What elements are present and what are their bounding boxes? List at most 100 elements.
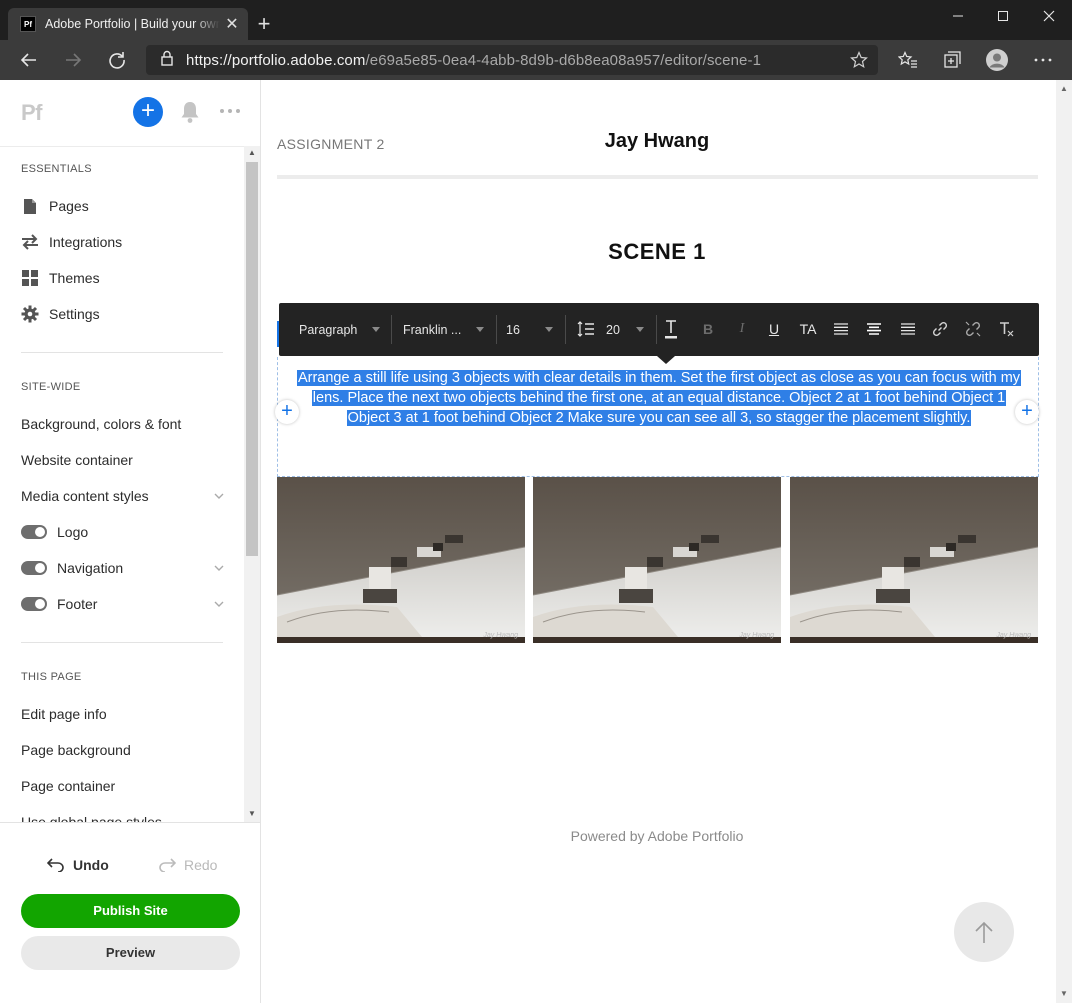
text-block-content[interactable]: Arrange a still life using 3 objects wit… — [278, 368, 1040, 428]
align-center-icon[interactable] — [863, 317, 885, 341]
arrows-icon — [21, 233, 39, 251]
refresh-icon[interactable] — [101, 44, 133, 76]
more-options-icon[interactable] — [219, 98, 241, 119]
tab-close-icon[interactable]: ✕ — [224, 14, 240, 34]
address-bar[interactable]: https://portfolio.adobe.com/e69a5e85-0ea… — [146, 45, 878, 75]
toolbar-separator — [496, 315, 497, 344]
profile-avatar-icon[interactable] — [985, 48, 1009, 72]
back-icon[interactable] — [13, 44, 45, 76]
back-to-top-button[interactable] — [954, 902, 1014, 962]
redo-button[interactable]: Redo — [158, 857, 217, 873]
add-block-left-button[interactable]: + — [275, 400, 299, 424]
text-line[interactable]: lens. Place the next two objects behind … — [311, 390, 1007, 406]
sidebar-item-themes[interactable]: Themes — [21, 266, 225, 290]
scroll-up-arrow-icon[interactable]: ▲ — [244, 146, 260, 160]
align-left-icon[interactable] — [830, 317, 852, 341]
close-window-icon[interactable] — [1026, 0, 1072, 32]
photo-image[interactable]: Jay Hwang — [533, 477, 781, 643]
sidebar-scrollbar-thumb[interactable] — [246, 162, 258, 556]
page-icon — [21, 197, 39, 215]
sidebar-item-logo[interactable]: Logo — [21, 520, 225, 544]
add-block-right-button[interactable]: + — [1015, 400, 1039, 424]
notifications-bell-icon[interactable] — [179, 100, 201, 129]
undo-label: Undo — [73, 857, 109, 873]
sidebar-item-label: Themes — [49, 270, 100, 286]
forward-icon[interactable] — [57, 44, 89, 76]
logo-toggle[interactable] — [21, 525, 47, 539]
sidebar-item-integrations[interactable]: Integrations — [21, 230, 225, 254]
navigation-toggle[interactable] — [21, 561, 47, 575]
font-size-select[interactable]: 16 — [506, 319, 520, 341]
add-content-button[interactable]: + — [133, 97, 163, 127]
page-scrollbar[interactable]: ▲ ▼ — [1056, 80, 1072, 1003]
site-header-title[interactable]: ASSIGNMENT 2 — [277, 136, 385, 152]
chevron-down-icon[interactable] — [636, 327, 644, 332]
align-right-icon[interactable] — [897, 317, 919, 341]
photo-image[interactable]: Jay Hwang — [790, 477, 1038, 643]
link-icon[interactable] — [929, 317, 951, 341]
new-tab-icon[interactable]: + — [254, 10, 274, 38]
sidebar-item-website-container[interactable]: Website container — [21, 448, 225, 472]
undo-icon — [47, 858, 65, 872]
sidebar-item-navigation[interactable]: Navigation — [21, 556, 225, 580]
sidebar-item-footer[interactable]: Footer — [21, 592, 225, 616]
sidebar-item-pages[interactable]: Pages — [21, 194, 225, 218]
preview-button[interactable]: Preview — [21, 936, 240, 970]
favorite-star-icon[interactable] — [850, 51, 868, 74]
site-wide-heading: SITE-WIDE — [21, 381, 81, 393]
editor-sidebar: Pf + ESSENTIALS Pages Integrations Theme… — [0, 80, 261, 1003]
site-header-name[interactable]: Jay Hwang — [557, 130, 757, 153]
text-line[interactable]: Arrange a still life using 3 objects wit… — [296, 370, 1022, 386]
text-color-icon[interactable] — [660, 317, 682, 341]
scroll-down-arrow-icon[interactable]: ▼ — [1056, 987, 1072, 1001]
footer-toggle[interactable] — [21, 597, 47, 611]
publish-site-button[interactable]: Publish Site — [21, 894, 240, 928]
italic-button[interactable]: I — [731, 317, 753, 341]
bold-button[interactable]: B — [697, 317, 719, 341]
sidebar-item-label: Footer — [57, 596, 98, 612]
browser-menu-icon[interactable] — [1031, 48, 1055, 72]
portfolio-favicon-icon: Pf — [20, 16, 36, 32]
chevron-down-icon[interactable] — [476, 327, 484, 332]
font-family-select[interactable]: Franklin ... — [403, 319, 461, 341]
unlink-icon[interactable] — [962, 317, 984, 341]
photo-image[interactable]: Jay Hwang — [277, 477, 525, 643]
paragraph-style-select[interactable]: Paragraph — [299, 319, 357, 341]
underline-button[interactable]: U — [763, 317, 785, 341]
sidebar-item-label: Integrations — [49, 234, 123, 250]
browser-tab[interactable]: Pf Adobe Portfolio | Build your own pers… — [8, 8, 248, 40]
favorites-list-icon[interactable] — [896, 48, 920, 72]
maximize-icon[interactable] — [980, 0, 1026, 32]
sidebar-item-use-global-page-styles[interactable]: Use global page styles — [21, 810, 225, 822]
sidebar-item-page-container[interactable]: Page container — [21, 774, 225, 798]
chevron-down-icon[interactable] — [545, 327, 553, 332]
chevron-down-icon[interactable] — [213, 561, 225, 577]
url-host: https://portfolio.adobe.com — [186, 51, 366, 69]
text-block[interactable]: Arrange a still life using 3 objects wit… — [277, 357, 1039, 477]
text-transform-button[interactable]: TA — [797, 317, 819, 341]
sidebar-scroll-area[interactable]: ESSENTIALS Pages Integrations Themes Set… — [0, 146, 244, 822]
text-line[interactable]: Object 3 at 1 foot behind Object 2 Make … — [346, 410, 972, 426]
line-height-select[interactable]: 20 — [606, 319, 620, 341]
undo-button[interactable]: Undo — [47, 857, 109, 873]
scroll-down-arrow-icon[interactable]: ▼ — [244, 807, 260, 821]
sidebar-item-background-colors-font[interactable]: Background, colors & font — [21, 412, 225, 436]
sidebar-item-settings[interactable]: Settings — [21, 302, 225, 326]
sidebar-item-media-content-styles[interactable]: Media content styles — [21, 484, 225, 508]
minimize-icon[interactable] — [935, 0, 981, 32]
sidebar-item-page-background[interactable]: Page background — [21, 738, 225, 762]
scroll-up-arrow-icon[interactable]: ▲ — [1056, 82, 1072, 96]
sidebar-item-edit-page-info[interactable]: Edit page info — [21, 702, 225, 726]
page-title[interactable]: SCENE 1 — [557, 239, 757, 265]
toolbar-separator — [565, 315, 566, 344]
chevron-down-icon[interactable] — [213, 597, 225, 613]
tab-title: Adobe Portfolio | Build your own persona… — [45, 17, 220, 31]
this-page-heading: THIS PAGE — [21, 671, 82, 683]
text-format-toolbar: Paragraph Franklin ... 16 20 B I U TA — [279, 303, 1039, 364]
chevron-down-icon[interactable] — [372, 327, 380, 332]
footer-credit[interactable]: Powered by Adobe Portfolio — [507, 828, 807, 844]
toolbar-separator — [391, 315, 392, 344]
chevron-down-icon[interactable] — [213, 489, 225, 505]
clear-format-icon[interactable] — [995, 317, 1017, 341]
collections-icon[interactable] — [940, 48, 964, 72]
